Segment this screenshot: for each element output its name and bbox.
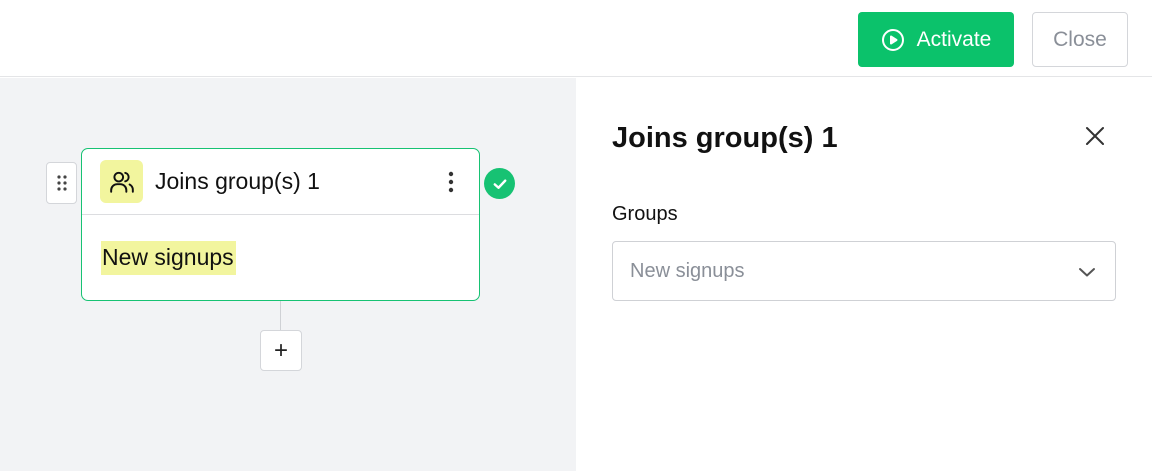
group-tag: New signups <box>101 241 236 275</box>
groups-select[interactable]: New signups <box>612 241 1116 301</box>
node-body: New signups <box>82 215 479 275</box>
trigger-node[interactable]: Joins group(s) 1 New signups <box>81 148 480 301</box>
play-circle-icon <box>881 28 905 52</box>
more-vertical-icon <box>448 171 454 193</box>
close-icon <box>1086 127 1104 145</box>
drag-handle-icon <box>56 175 67 191</box>
add-step-button[interactable]: + <box>260 330 302 371</box>
connector-line <box>280 301 281 331</box>
panel-close-button[interactable] <box>1082 123 1108 149</box>
workflow-canvas: Joins group(s) 1 New signups + <box>0 78 576 471</box>
drag-handle[interactable] <box>46 162 77 204</box>
activate-label: Activate <box>916 27 992 51</box>
users-icon <box>100 160 143 203</box>
activate-button[interactable]: Activate <box>858 12 1014 67</box>
settings-panel: Joins group(s) 1 Groups New signups <box>576 78 1152 471</box>
groups-select-value: New signups <box>630 259 745 282</box>
node-menu-button[interactable] <box>441 169 461 195</box>
close-button[interactable]: Close <box>1032 12 1128 67</box>
top-bar: Activate Close <box>0 0 1152 77</box>
node-title: Joins group(s) 1 <box>155 168 320 194</box>
panel-title: Joins group(s) 1 <box>612 122 838 154</box>
node-header: Joins group(s) 1 <box>82 149 479 215</box>
chevron-down-icon <box>1077 262 1097 282</box>
check-circle-icon <box>484 168 515 199</box>
groups-label: Groups <box>612 203 678 225</box>
